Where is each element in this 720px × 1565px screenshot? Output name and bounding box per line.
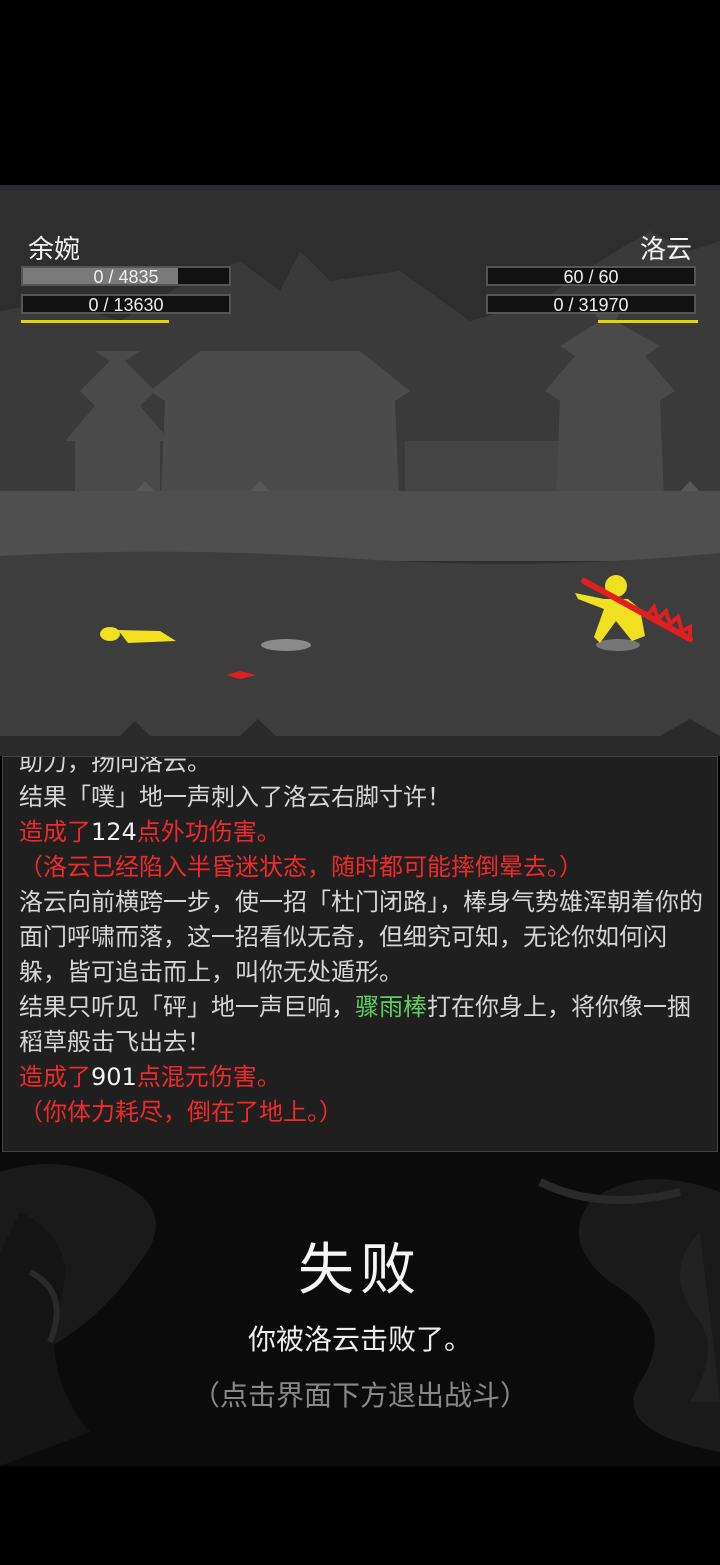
damage-line: 造成了901点混元伤害。 — [19, 1063, 281, 1091]
log-line: 助力，扬向洛云。 — [19, 756, 211, 776]
ink-background — [0, 1164, 720, 1466]
shadow-marker — [261, 639, 311, 651]
combat-log[interactable]: 助力，扬向洛云。 结果「噗」地一声刺入了洛云右脚寸许！ 造成了124点外功伤害。… — [2, 756, 718, 1152]
player-hp-text: 0 / 4835 — [93, 267, 159, 287]
player-energy-line — [21, 320, 169, 323]
fallen-player-sprite — [100, 627, 176, 643]
enemy-shadow — [596, 639, 640, 651]
player-name: 余婉 — [28, 235, 81, 265]
player-mp-bar: 0 / 13630 — [21, 294, 231, 315]
result-message: 你被洛云击败了。 — [247, 1323, 472, 1356]
result-title: 失败 — [298, 1238, 422, 1303]
enemy-sprite — [575, 575, 693, 643]
blood-splash — [226, 671, 256, 679]
enemy-mp-text: 0 / 31970 — [553, 295, 629, 315]
enemy-hp-text: 60 / 60 — [563, 267, 619, 287]
status-line: （你体力耗尽，倒在了地上。） — [19, 1098, 343, 1126]
enemy-hp-bar: 60 / 60 — [486, 266, 696, 287]
damage-line: 造成了124点外功伤害。 — [19, 818, 281, 846]
log-line: 洛云向前横跨一步，使一招「杜门闭路」，棒身气势雄浑朝着你的面门呼啸而落，这一招看… — [19, 888, 703, 986]
enemy-energy-line — [598, 320, 698, 323]
log-line: 结果只听见「砰」地一声巨响，骤雨棒打在你身上，将你像一捆稻草般击飞出去！ — [19, 993, 691, 1056]
battle-arena[interactable]: 余婉 洛云 0 / 4835 0 / 13630 60 / 60 0 / 319… — [0, 191, 720, 756]
result-panel[interactable]: 失败 你被洛云击败了。 （点击界面下方退出战斗） — [0, 1152, 720, 1466]
player-hp-bar: 0 / 4835 — [21, 266, 231, 287]
exit-hint[interactable]: （点击界面下方退出战斗） — [0, 1374, 720, 1414]
enemy-name: 洛云 — [639, 235, 692, 265]
player-mp-text: 0 / 13630 — [88, 295, 164, 315]
enemy-mp-bar: 0 / 31970 — [486, 294, 696, 315]
log-line: 结果「噗」地一声刺入了洛云右脚寸许！ — [19, 783, 451, 811]
status-line: （洛云已经陷入半昏迷状态，随时都可能摔倒晕去。） — [19, 853, 583, 881]
weapon-name: 骤雨棒 — [355, 993, 427, 1021]
